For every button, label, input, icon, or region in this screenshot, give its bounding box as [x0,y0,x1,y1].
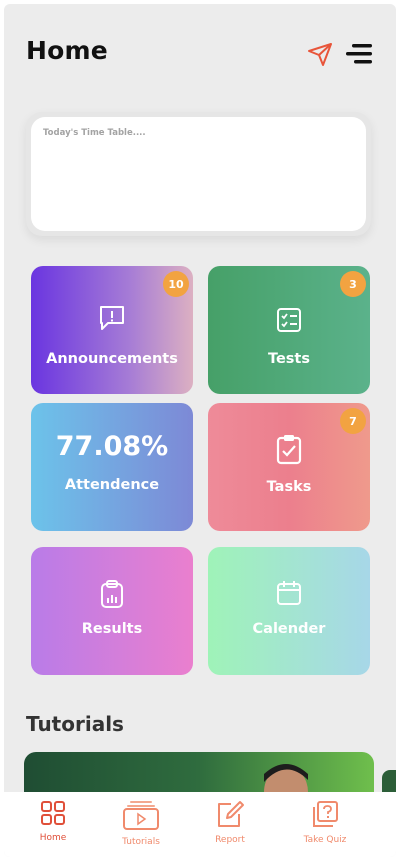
tasks-badge: 7 [340,408,366,434]
results-tile[interactable]: Results [31,547,193,675]
nav-tutorials-label: Tutorials [122,837,160,847]
tests-badge: 3 [340,271,366,297]
calender-tile[interactable]: Calender [208,547,370,675]
calender-label: Calender [252,621,326,637]
clipboard-check-icon [276,435,302,465]
announcements-label: Announcements [46,351,178,367]
nav-home[interactable]: Home [18,800,88,843]
checklist-icon [277,308,301,332]
announcements-tile[interactable]: 10 Announcements [31,266,193,394]
page-title: Home [26,36,108,65]
calendar-icon [277,581,301,605]
attendance-tile[interactable]: 77.08% Attendence [31,403,193,531]
announcement-icon [100,306,124,330]
menu-button[interactable] [344,42,374,66]
tests-label: Tests [268,351,310,367]
quiz-icon [313,801,338,827]
results-label: Results [81,621,143,637]
tutorials-section-title: Tutorials [26,712,124,736]
attendance-value: 77.08% [55,431,169,462]
bottom-navigation: Home Tutorials Report Take Quiz [4,792,396,857]
nav-take-quiz[interactable]: Take Quiz [290,800,360,845]
grid-icon [41,801,65,825]
nav-tutorials[interactable]: Tutorials [106,800,176,847]
video-icon [123,801,159,830]
nav-take-quiz-label: Take Quiz [303,835,347,845]
send-icon [308,43,332,66]
app-screen: Home Today's Time Table.... 10 Announcem… [4,4,396,857]
timetable-card-inner: Today's Time Table.... [31,117,366,231]
nav-report[interactable]: Report [195,800,265,845]
report-clipboard-icon [101,580,123,608]
edit-icon [218,801,244,827]
timetable-placeholder: Today's Time Table.... [43,128,146,138]
send-button[interactable] [306,40,334,68]
timetable-card[interactable]: Today's Time Table.... [26,112,371,236]
header: Home [26,36,374,76]
announcements-badge: 10 [163,271,189,297]
menu-icon [346,44,372,64]
attendance-label: Attendence [64,477,160,493]
nav-report-label: Report [215,835,245,845]
tasks-label: Tasks [266,479,312,495]
nav-home-label: Home [39,833,67,843]
tests-tile[interactable]: 3 Tests [208,266,370,394]
tasks-tile[interactable]: 7 Tasks [208,403,370,531]
